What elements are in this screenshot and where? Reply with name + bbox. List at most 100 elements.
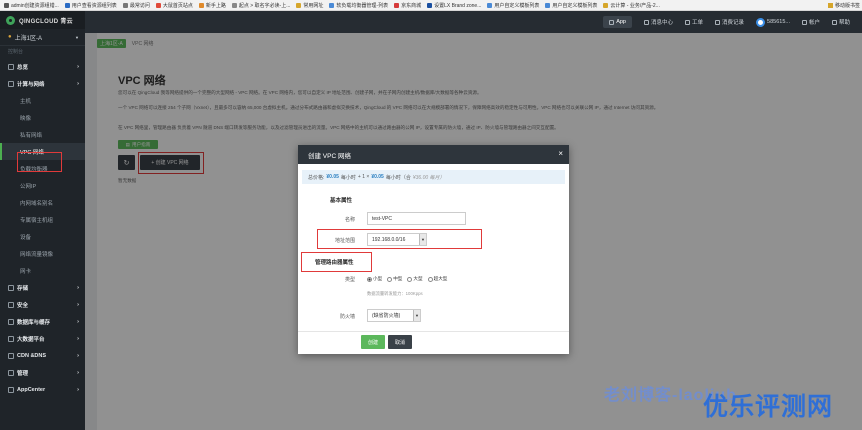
sidebar-item[interactable]: 安全 › <box>0 296 85 313</box>
bookmark-label: 起点 > 取名字必读-上... <box>238 2 291 9</box>
sidebar-item[interactable]: 专属宿主机组 <box>0 211 85 228</box>
sidebar-item[interactable]: 主机 <box>0 92 85 109</box>
sidebar-item[interactable]: AppCenter › <box>0 381 85 398</box>
bookmark-item[interactable]: 设置LX Brand zone... <box>427 2 481 9</box>
bookmark-item[interactable]: 用户自定义模板列表 <box>545 2 597 9</box>
sidebar-item[interactable]: 总览 › <box>0 58 85 75</box>
bookmark-label: 京东商城 <box>401 2 422 9</box>
sidebar-item[interactable]: 大数据平台 › <box>0 330 85 347</box>
sidebar-item-label: AppCenter <box>17 386 46 393</box>
create-button[interactable]: 创建 <box>361 335 385 349</box>
bookmark-label: 用户查看资源组列表 <box>71 2 117 9</box>
nav-group-icon <box>8 335 14 342</box>
tickets-button[interactable]: 工单 <box>685 18 703 26</box>
bookmark-favicon-icon <box>394 2 400 8</box>
mobile-bookmarks[interactable]: 移动版书签 <box>824 2 860 9</box>
messages-button[interactable]: 消息中心 <box>643 18 673 26</box>
sidebar-item-label: 存储 <box>17 285 29 292</box>
mobile-bookmarks-label: 移动版书签 <box>834 3 860 9</box>
sidebar-highlight-box <box>17 152 62 172</box>
chevron-down-icon: ▼ <box>413 310 420 321</box>
sidebar: QINGCLOUD 青云 ● 上海1区-A ▼ 控制台 总览 › 计算与网络 › 主机映… <box>0 11 85 430</box>
nav-group-icon <box>8 386 14 393</box>
tickets-label: 工单 <box>692 20 704 26</box>
sidebar-item[interactable]: 网卡 <box>0 262 85 279</box>
sidebar-item[interactable]: 映像 <box>0 109 85 126</box>
bookmarks-bar: admin创建资源组错... 用户查看资源组列表 最常访问 大鼠首页站点 新手上路 起点 … <box>0 0 862 11</box>
bookmark-favicon-icon <box>64 2 70 8</box>
sidebar-item[interactable]: 数据库与缓存 › <box>0 313 85 330</box>
type-label: 类型 <box>344 277 355 283</box>
sidebar-item[interactable]: 设备 <box>0 228 85 245</box>
create-vpc-modal: 创建 VPC 网络 × 总价格: ¥0.05 每小时 + 1 × ¥0.05 每… <box>298 145 569 354</box>
bookmark-item[interactable]: 大鼠首页站点 <box>155 2 193 9</box>
bookmark-item[interactable]: 起点 > 取名字必读-上... <box>231 2 291 9</box>
region-selector[interactable]: ● 上海1区-A ▼ <box>0 29 85 46</box>
bookmark-favicon-icon <box>198 2 204 8</box>
bookmark-item[interactable]: 常用网址 <box>296 2 323 9</box>
router-type-option[interactable]: 中型 <box>387 276 402 282</box>
bookmark-item[interactable]: 云计算 - 业务/产品-2... <box>603 2 660 9</box>
help-button[interactable]: 帮助 <box>831 18 850 26</box>
close-icon[interactable]: × <box>558 150 563 158</box>
bookmark-item[interactable]: 软负载均衡器管理-列表 <box>329 2 388 9</box>
chevron-right-icon: › <box>77 284 79 291</box>
name-input[interactable]: test-VPC <box>367 212 466 225</box>
router-section-highlight-box <box>301 252 372 272</box>
brand[interactable]: QINGCLOUD 青云 <box>0 11 85 29</box>
router-type-radios: 小型 中型 大型 超大型 <box>367 276 447 282</box>
bookmark-item[interactable]: 用户查看资源组列表 <box>64 2 117 9</box>
bookmark-item[interactable]: 新手上路 <box>198 2 226 9</box>
sidebar-item-label: 专属宿主机组 <box>20 217 54 224</box>
bookmark-favicon-icon <box>155 2 161 8</box>
router-type-option[interactable]: 小型 <box>367 276 382 282</box>
sidebar-item-label: 管理 <box>17 370 29 377</box>
bookmark-item[interactable]: 用户自定义模板列表 <box>487 2 539 9</box>
price-unit: 每小时 <box>340 174 356 181</box>
router-type-label: 中型 <box>393 276 403 281</box>
chevron-right-icon: › <box>77 301 79 308</box>
billing-button[interactable]: 消费记录 <box>715 18 744 26</box>
ticket-icon <box>685 19 690 25</box>
bookmark-item[interactable]: admin创建资源组错... <box>4 2 59 9</box>
nav-group-icon <box>8 318 14 325</box>
bookmark-label: 用户自定义模板列表 <box>494 2 540 9</box>
bookmark-favicon-icon <box>427 2 433 8</box>
bookmark-item[interactable]: 最常访问 <box>122 2 150 9</box>
brand-name: QINGCLOUD 青云 <box>19 18 73 25</box>
basic-section-title: 基本属性 <box>330 198 353 204</box>
sidebar-item[interactable]: 网络流量镜像 <box>0 245 85 262</box>
sidebar-item[interactable]: CDN &DNS › <box>0 347 85 364</box>
sidebar-item[interactable]: 私有网络 <box>0 126 85 143</box>
bookmark-item[interactable]: 京东商城 <box>394 2 421 9</box>
sidebar-item[interactable]: 管理 › <box>0 364 85 381</box>
sidebar-item-label: 网卡 <box>20 268 32 275</box>
sidebar-item[interactable]: 计算与网络 › <box>0 75 85 92</box>
sidebar-item[interactable]: 公网IP <box>0 177 85 194</box>
modal-header: 创建 VPC 网络 × <box>298 145 569 164</box>
cancel-button[interactable]: 取消 <box>388 335 412 349</box>
chevron-right-icon: › <box>77 318 79 325</box>
router-type-option[interactable]: 大型 <box>407 276 423 282</box>
nav-group-icon <box>8 369 14 376</box>
sidebar-item-label: 总览 <box>17 64 29 71</box>
chevron-right-icon: › <box>77 80 79 87</box>
app-button[interactable]: App <box>603 16 632 28</box>
firewall-select[interactable]: (缺省防火墙) ▼ <box>367 309 421 322</box>
firewall-value: (缺省防火墙) <box>372 313 401 319</box>
chevron-right-icon: › <box>77 352 79 359</box>
sidebar-item-label: 映像 <box>20 115 32 122</box>
sidebar-item[interactable]: 内网域名别名 <box>0 194 85 211</box>
sidebar-item-label: 主机 <box>20 98 32 105</box>
nav-group-icon <box>8 63 14 70</box>
router-type-option[interactable]: 超大型 <box>427 276 447 282</box>
sidebar-item[interactable]: 存储 › <box>0 279 85 296</box>
account-button[interactable]: 帐户 <box>801 18 820 26</box>
sidebar-item-label: CDN &DNS <box>17 352 47 359</box>
nav-group-icon <box>8 80 14 87</box>
radio-icon <box>407 276 413 282</box>
router-type-label: 大型 <box>413 276 423 281</box>
nav-group-icon <box>8 352 14 359</box>
user-menu[interactable]: 585615... <box>756 17 790 27</box>
folder-icon <box>827 3 833 8</box>
